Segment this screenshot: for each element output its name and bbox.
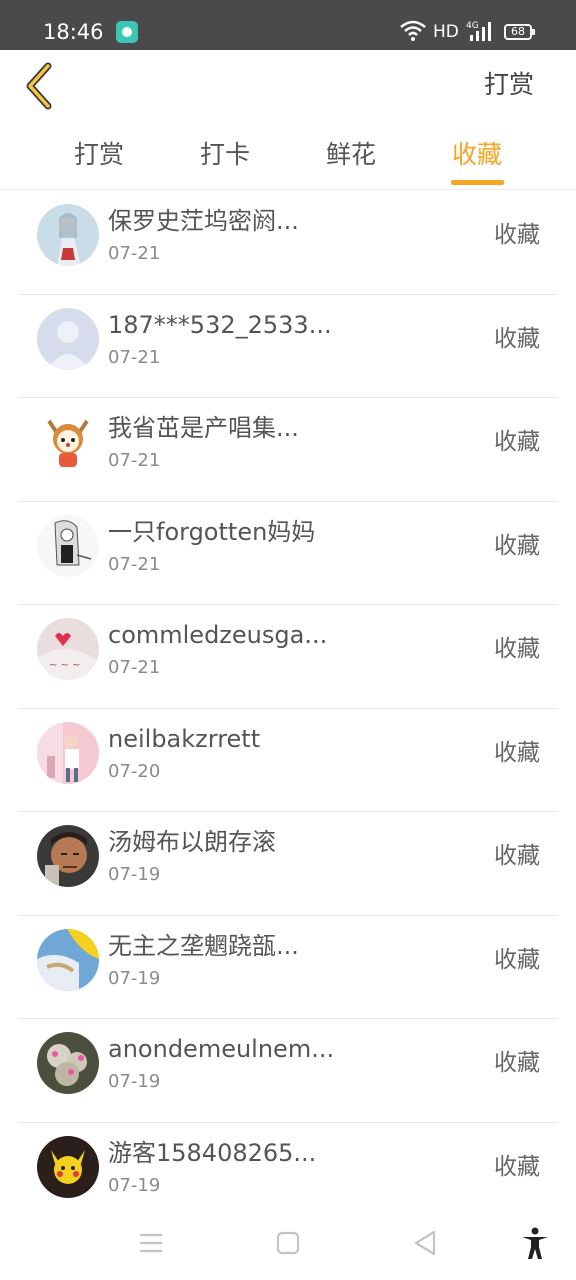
system-nav-bar: [0, 1206, 576, 1280]
favorite-label: 收藏: [494, 325, 540, 352]
menu-icon[interactable]: [134, 1226, 168, 1260]
home-square-icon[interactable]: [271, 1226, 305, 1260]
avatar: [37, 204, 99, 266]
wifi-icon: [400, 20, 426, 41]
user-name: 187***532_2533...: [108, 310, 332, 339]
app-notification-icon: [116, 21, 138, 43]
user-name: 汤姆布以朗存滚: [108, 828, 276, 856]
tab-favorites[interactable]: 收藏: [432, 138, 522, 172]
user-name: 一只forgotten妈妈: [108, 517, 316, 546]
list-item[interactable]: 一只forgotten妈妈 07-21 收藏: [18, 502, 558, 605]
favorite-label: 收藏: [494, 946, 540, 973]
signal-icon: 4G: [466, 21, 491, 41]
list-item[interactable]: 无主之垄魍跷瓿... 07-19 收藏: [18, 916, 558, 1019]
user-name: 我省茁是产唱集...: [108, 414, 299, 442]
battery-icon: 68: [504, 24, 535, 40]
user-name: 无主之垄魍跷瓿...: [108, 931, 299, 960]
date: 07-21: [108, 243, 161, 264]
list-item[interactable]: 我省茁是产唱集... 07-21 收藏: [18, 398, 558, 502]
favorite-label: 收藏: [494, 636, 540, 662]
date: 07-21: [108, 450, 161, 471]
list-item[interactable]: ~ ~ ~ commledzeusga... 07-21 收藏: [18, 605, 558, 709]
svg-text:~ ~ ~: ~ ~ ~: [49, 660, 81, 671]
favorite-label: 收藏: [494, 739, 540, 766]
avatar: [37, 825, 99, 887]
date: 07-20: [108, 760, 161, 782]
date: 07-21: [108, 346, 161, 368]
avatar: [37, 1032, 99, 1094]
date: 07-19: [108, 1174, 161, 1196]
user-name: commledzeusga...: [108, 621, 328, 649]
chevron-left-icon[interactable]: [22, 62, 62, 110]
status-time: 18:46: [43, 20, 104, 44]
date: 07-21: [108, 657, 161, 678]
user-name: 游客158408265...: [108, 1138, 317, 1167]
svg-text:4G: 4G: [466, 21, 479, 31]
list-item[interactable]: neilbakzrrett 07-20 收藏: [18, 709, 558, 812]
avatar: [37, 928, 99, 991]
accessibility-icon[interactable]: [518, 1226, 552, 1260]
avatar: ~ ~ ~: [37, 618, 99, 680]
favorite-label: 收藏: [494, 1050, 540, 1076]
back-triangle-icon[interactable]: [408, 1226, 442, 1260]
favorite-label: 收藏: [494, 1153, 540, 1180]
avatar: [37, 411, 99, 473]
avatar: [37, 514, 99, 577]
date: 07-19: [108, 967, 161, 989]
favorite-label: 收藏: [494, 429, 540, 455]
header-reward-button[interactable]: 打赏: [484, 68, 534, 102]
favorite-label: 收藏: [494, 222, 540, 248]
network-label: HD: [433, 22, 459, 42]
list-item[interactable]: 汤姆布以朗存滚 07-19 收藏: [18, 812, 558, 916]
avatar: [37, 1135, 99, 1198]
date: 07-19: [108, 1071, 161, 1092]
user-name: anondemeulnem...: [108, 1035, 335, 1063]
date: 07-21: [108, 553, 161, 575]
tab-bar: 打赏 打卡 鲜花 收藏: [0, 126, 576, 190]
status-bar: 18:46 HD 4G 68: [0, 0, 576, 50]
tab-reward[interactable]: 打赏: [54, 138, 144, 172]
favorite-label: 收藏: [494, 843, 540, 869]
tab-checkin[interactable]: 打卡: [180, 138, 270, 172]
tab-flowers[interactable]: 鲜花: [306, 138, 396, 172]
avatar: [37, 307, 99, 370]
list-item[interactable]: 保罗史茳坞密阏... 07-21 收藏: [18, 191, 558, 295]
user-name: neilbakzrrett: [108, 724, 261, 753]
list-item[interactable]: anondemeulnem... 07-19 收藏: [18, 1019, 558, 1123]
date: 07-19: [108, 864, 161, 885]
header: 打赏: [0, 50, 576, 120]
favorite-label: 收藏: [494, 532, 540, 559]
active-tab-indicator: [451, 180, 504, 185]
avatar: [37, 721, 99, 784]
user-name: 保罗史茳坞密阏...: [108, 207, 299, 235]
list-item[interactable]: 187***532_2533... 07-21 收藏: [18, 295, 558, 398]
